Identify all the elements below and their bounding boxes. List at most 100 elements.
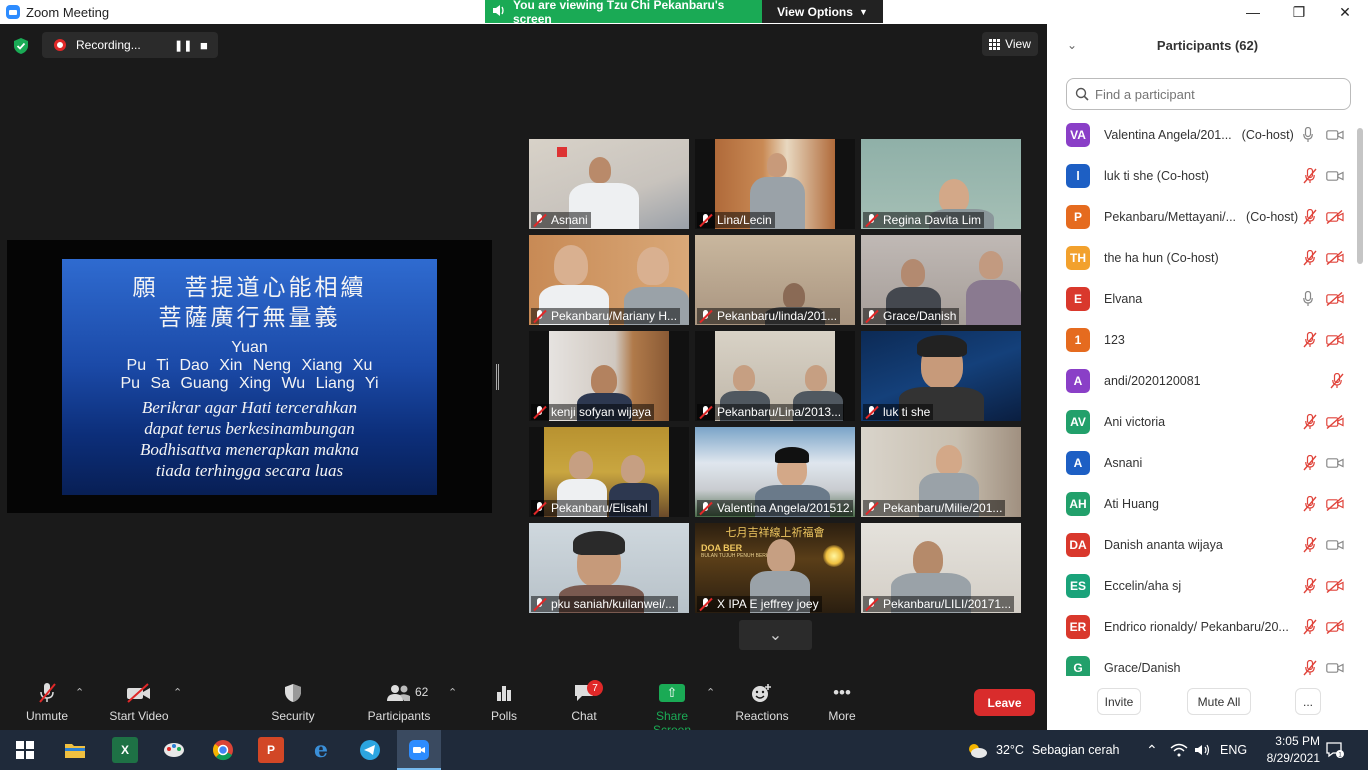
zoom-app-icon[interactable] [406,737,432,763]
mic-muted-icon[interactable] [1303,659,1317,676]
minimize-button[interactable]: — [1230,0,1276,24]
close-window-button[interactable]: ✕ [1322,0,1368,24]
invite-button[interactable]: Invite [1097,688,1141,715]
video-tile[interactable]: 七月吉祥線上祈福會 DOA BER BULAN TUJUH PENUH BERK… [695,523,855,613]
video-options-caret-icon[interactable]: ⌃ [173,686,182,699]
participants-options-caret-icon[interactable]: ⌃ [448,686,457,699]
app-icon[interactable]: P [258,737,284,763]
participant-row[interactable]: l luk ti she (Co-host) [1047,155,1359,196]
participant-name-text: Endrico rionaldy/ Pekanbaru/20... [1104,619,1289,634]
excel-icon[interactable]: X [112,737,138,763]
stop-recording-icon[interactable]: ■ [200,38,208,53]
video-tile[interactable]: Pekanbaru/Mariany H... [529,235,689,325]
video-tile[interactable]: Valentina Angela/201512... [695,427,855,517]
mic-muted-icon[interactable] [1330,372,1344,389]
participant-row[interactable]: VA Valentina Angela/201... (Co-host) [1047,114,1359,155]
unmute-button[interactable]: Unmute [24,682,70,723]
mute-all-button[interactable]: Mute All [1187,688,1251,715]
gallery-next-page-button[interactable]: ⌄ [739,620,812,650]
reactions-button[interactable]: Reactions [735,682,789,723]
participant-row[interactable]: DA Danish ananta wijaya [1047,524,1359,565]
camera-icon[interactable] [1326,169,1344,183]
mic-icon[interactable] [1303,126,1317,143]
show-hidden-icons-icon[interactable]: ⌃ [1146,730,1158,770]
video-tile[interactable]: Pekanbaru/Elisahl [529,427,689,517]
view-button[interactable]: View [982,32,1038,56]
split-view-handle[interactable] [496,364,499,390]
mic-icon[interactable] [1303,290,1317,307]
camera-off-icon[interactable] [1326,332,1344,347]
chrome-icon[interactable] [210,737,236,763]
camera-off-icon[interactable] [1326,496,1344,511]
mic-muted-icon[interactable] [1303,167,1317,184]
leave-button[interactable]: Leave [974,689,1035,716]
windows-start-icon[interactable] [12,737,38,763]
participant-row[interactable]: TH the ha hun (Co-host) [1047,237,1359,278]
camera-icon[interactable] [1326,128,1344,142]
camera-off-icon[interactable] [1326,291,1344,306]
panel-more-button[interactable]: ... [1295,688,1321,715]
camera-icon[interactable] [1326,661,1344,675]
view-options-button[interactable]: View Options ▼ [762,0,883,23]
camera-off-icon[interactable] [1326,414,1344,429]
internet-explorer-icon[interactable]: e [308,737,334,763]
audio-options-caret-icon[interactable]: ⌃ [75,686,84,699]
participant-row[interactable]: P Pekanbaru/Mettayani/... (Co-host) [1047,196,1359,237]
video-tile[interactable]: Pekanbaru/Lina/2013... [695,331,855,421]
wifi-icon[interactable] [1170,730,1188,770]
participant-row[interactable]: ES Eccelin/aha sj [1047,565,1359,606]
camera-off-icon[interactable] [1326,209,1344,224]
camera-icon[interactable] [1326,538,1344,552]
camera-off-icon[interactable] [1326,619,1344,634]
mic-muted-icon[interactable] [1303,577,1317,594]
maximize-button[interactable]: ❐ [1276,0,1322,24]
camera-off-icon[interactable] [1326,578,1344,593]
video-tile[interactable]: Asnani [529,139,689,229]
video-tile[interactable]: kenji sofyan wijaya [529,331,689,421]
mic-muted-icon[interactable] [1303,208,1317,225]
video-tile[interactable]: Regina Davita Lim [861,139,1021,229]
shield-check-icon[interactable] [14,38,28,54]
participant-list-scrollbar[interactable] [1357,128,1363,264]
share-screen-button[interactable]: ⇧ Share Screen [636,682,708,737]
mic-muted-icon[interactable] [1303,618,1317,635]
share-options-caret-icon[interactable]: ⌃ [706,686,715,699]
paint-icon[interactable] [161,737,187,763]
mic-muted-icon[interactable] [1303,536,1317,553]
participant-row[interactable]: 1 123 [1047,319,1359,360]
participant-row[interactable]: AH Ati Huang [1047,483,1359,524]
video-tile[interactable]: pku saniah/kuilanwei/... [529,523,689,613]
participant-row[interactable]: AV Ani victoria [1047,401,1359,442]
volume-icon[interactable] [1194,730,1212,770]
video-tile[interactable]: luk ti she [861,331,1021,421]
pause-recording-icon[interactable]: ❚❚ [174,39,192,52]
mic-muted-icon[interactable] [1303,249,1317,266]
video-tile[interactable]: Grace/Danish [861,235,1021,325]
participant-row[interactable]: Aandi/2020120081 [1047,360,1359,401]
mic-muted-icon[interactable] [1303,413,1317,430]
participant-row[interactable]: E Elvana [1047,278,1359,319]
video-tile[interactable]: Lina/Lecin [695,139,855,229]
polls-button[interactable]: Polls [487,682,521,723]
camera-icon[interactable] [1326,456,1344,470]
mic-muted-icon[interactable] [1303,331,1317,348]
file-explorer-icon[interactable] [62,737,88,763]
notifications-icon[interactable]: 1 [1325,730,1345,770]
telegram-icon[interactable] [357,737,383,763]
mic-muted-icon[interactable] [1303,454,1317,471]
video-tile[interactable]: Pekanbaru/linda/201... [695,235,855,325]
mic-muted-icon[interactable] [1303,495,1317,512]
participant-row[interactable]: A Asnani [1047,442,1359,483]
participant-row[interactable]: G Grace/Danish [1047,647,1359,676]
video-tile[interactable]: Pekanbaru/Milie/201... [861,427,1021,517]
search-input[interactable] [1095,86,1335,102]
system-clock[interactable]: 3:05 PM 8/29/2021 [1250,733,1320,767]
start-video-button[interactable]: Start Video [108,682,170,723]
camera-off-icon[interactable] [1326,250,1344,265]
participant-row[interactable]: ER Endrico rionaldy/ Pekanbaru/20... [1047,606,1359,647]
more-button[interactable]: ••• More [826,682,858,723]
weather-widget[interactable]: 32°C Sebagian cerah [966,730,1120,770]
video-tile[interactable]: Pekanbaru/LILI/20171... [861,523,1021,613]
language-indicator[interactable]: ENG [1220,730,1247,770]
security-button[interactable]: Security [270,682,316,723]
